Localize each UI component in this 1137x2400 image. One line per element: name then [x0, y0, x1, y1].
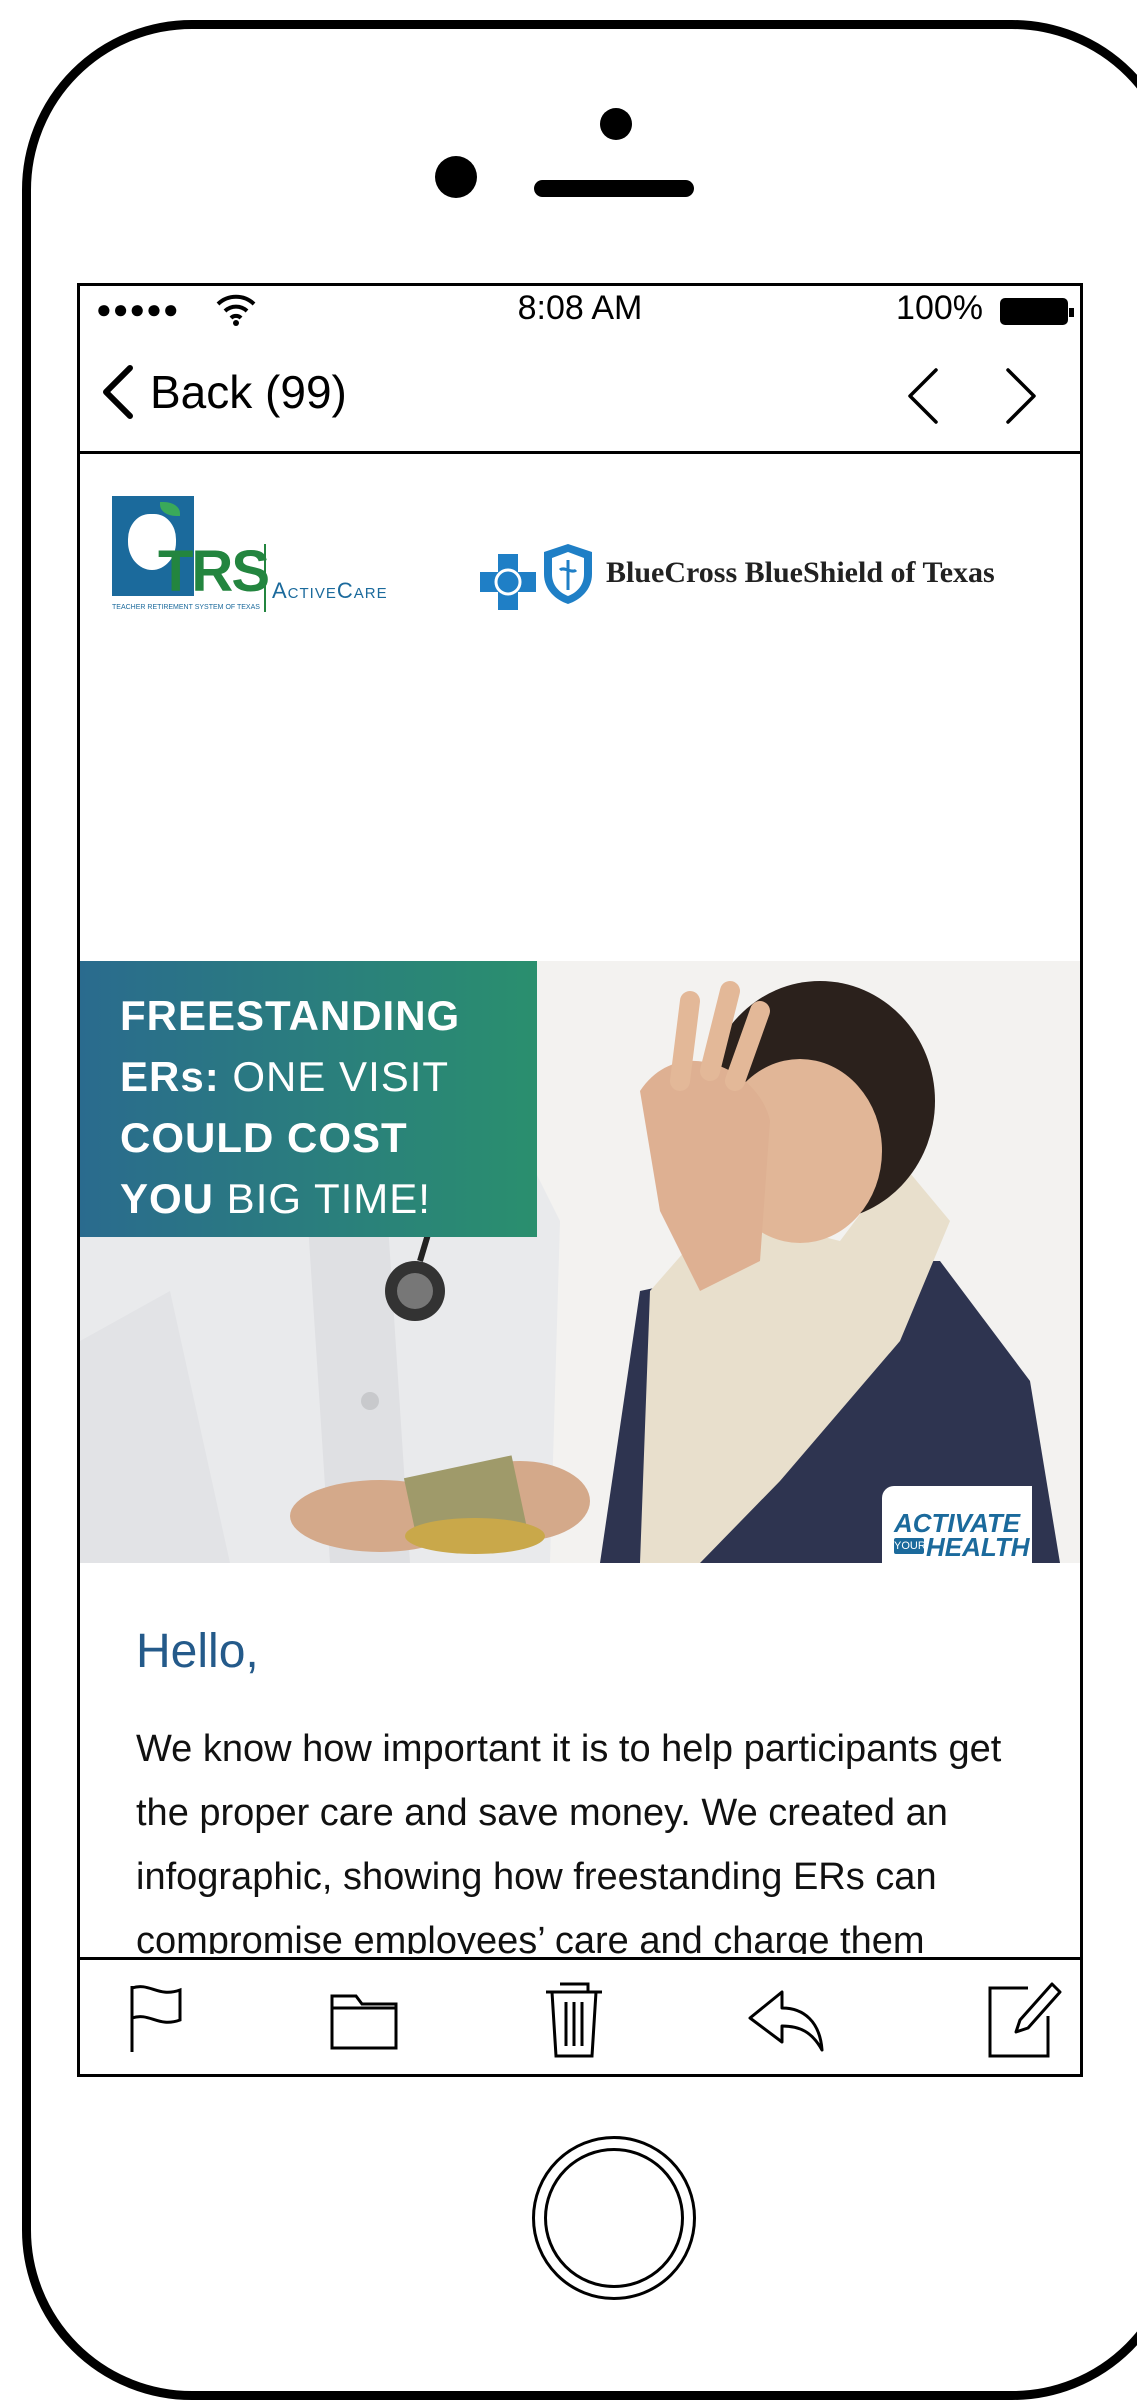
back-label: Back (99) — [150, 366, 347, 418]
trs-subtitle: TEACHER RETIREMENT SYSTEM OF TEXAS — [112, 604, 260, 611]
bcbs-wordmark: BlueCross BlueShield of Texas — [606, 556, 995, 589]
trs-product-name: ActiveCare — [272, 578, 388, 603]
headline-banner: FREESTANDING ERs: ONE VISIT COULD COST Y… — [80, 961, 537, 1237]
mail-toolbar — [80, 1957, 1080, 2074]
hero-image[interactable]: FREESTANDING ERs: ONE VISIT COULD COST Y… — [80, 961, 1080, 1563]
email-greeting: Hello, — [136, 1625, 259, 1678]
next-message-icon[interactable] — [1000, 364, 1044, 428]
proximity-sensor — [600, 108, 632, 140]
front-camera — [435, 156, 477, 198]
activate-health-badge: ACTIVATE YOUR HEALTH — [882, 1486, 1032, 1563]
home-button[interactable] — [532, 2136, 696, 2300]
headline-line-4: YOU BIG TIME! — [120, 1168, 537, 1229]
logo-divider — [264, 544, 266, 612]
mail-nav-bar: Back (99) — [80, 334, 1080, 454]
compose-icon[interactable] — [976, 1974, 1066, 2064]
battery-percent: 100% — [896, 289, 983, 327]
blue-cross-icon — [480, 554, 536, 610]
back-button[interactable]: Back (99) — [100, 362, 347, 422]
email-content[interactable]: TRS ActiveCare TEACHER RETIREMENT SYSTEM… — [80, 454, 1080, 1954]
reply-icon[interactable] — [740, 1974, 830, 2064]
trash-icon[interactable] — [530, 1974, 620, 2064]
previous-message-icon[interactable] — [900, 364, 944, 428]
badge-your: YOUR — [894, 1538, 926, 1554]
screen: ●●●●● 8:08 AM 100% Back (99) TRS ActiveC… — [77, 283, 1083, 2077]
earpiece-speaker — [534, 180, 694, 197]
headline-line-3: COULD COST — [120, 1107, 537, 1168]
headline-l4-thin: BIG TIME! — [214, 1175, 431, 1222]
headline-l2-bold: ERs: — [120, 1053, 220, 1100]
headline-l2-thin: ONE VISIT — [219, 1053, 450, 1100]
flag-icon[interactable] — [110, 1974, 200, 2064]
blue-shield-icon — [544, 544, 592, 604]
email-body: We know how important it is to help part… — [136, 1728, 1002, 1954]
headline-l4-bold: YOU — [120, 1175, 215, 1222]
folder-icon[interactable] — [320, 1974, 410, 2064]
battery-icon — [1000, 298, 1074, 325]
headline-line-1: FREESTANDING — [120, 985, 537, 1046]
trs-activecare-logo: TRS ActiveCare TEACHER RETIREMENT SYSTEM… — [112, 496, 422, 616]
badge-line-2: HEALTH — [926, 1532, 1030, 1562]
bcbs-logo: BlueCross BlueShield of Texas — [480, 542, 1080, 612]
headline-l3-bold: COULD COST — [120, 1114, 408, 1161]
headline-line-2: ERs: ONE VISIT — [120, 1046, 537, 1107]
trs-letters: TRS — [158, 539, 270, 604]
chevron-left-icon — [103, 365, 133, 419]
status-bar: ●●●●● 8:08 AM 100% — [80, 286, 1080, 334]
headline-l1-bold: FREESTANDING — [120, 992, 461, 1039]
